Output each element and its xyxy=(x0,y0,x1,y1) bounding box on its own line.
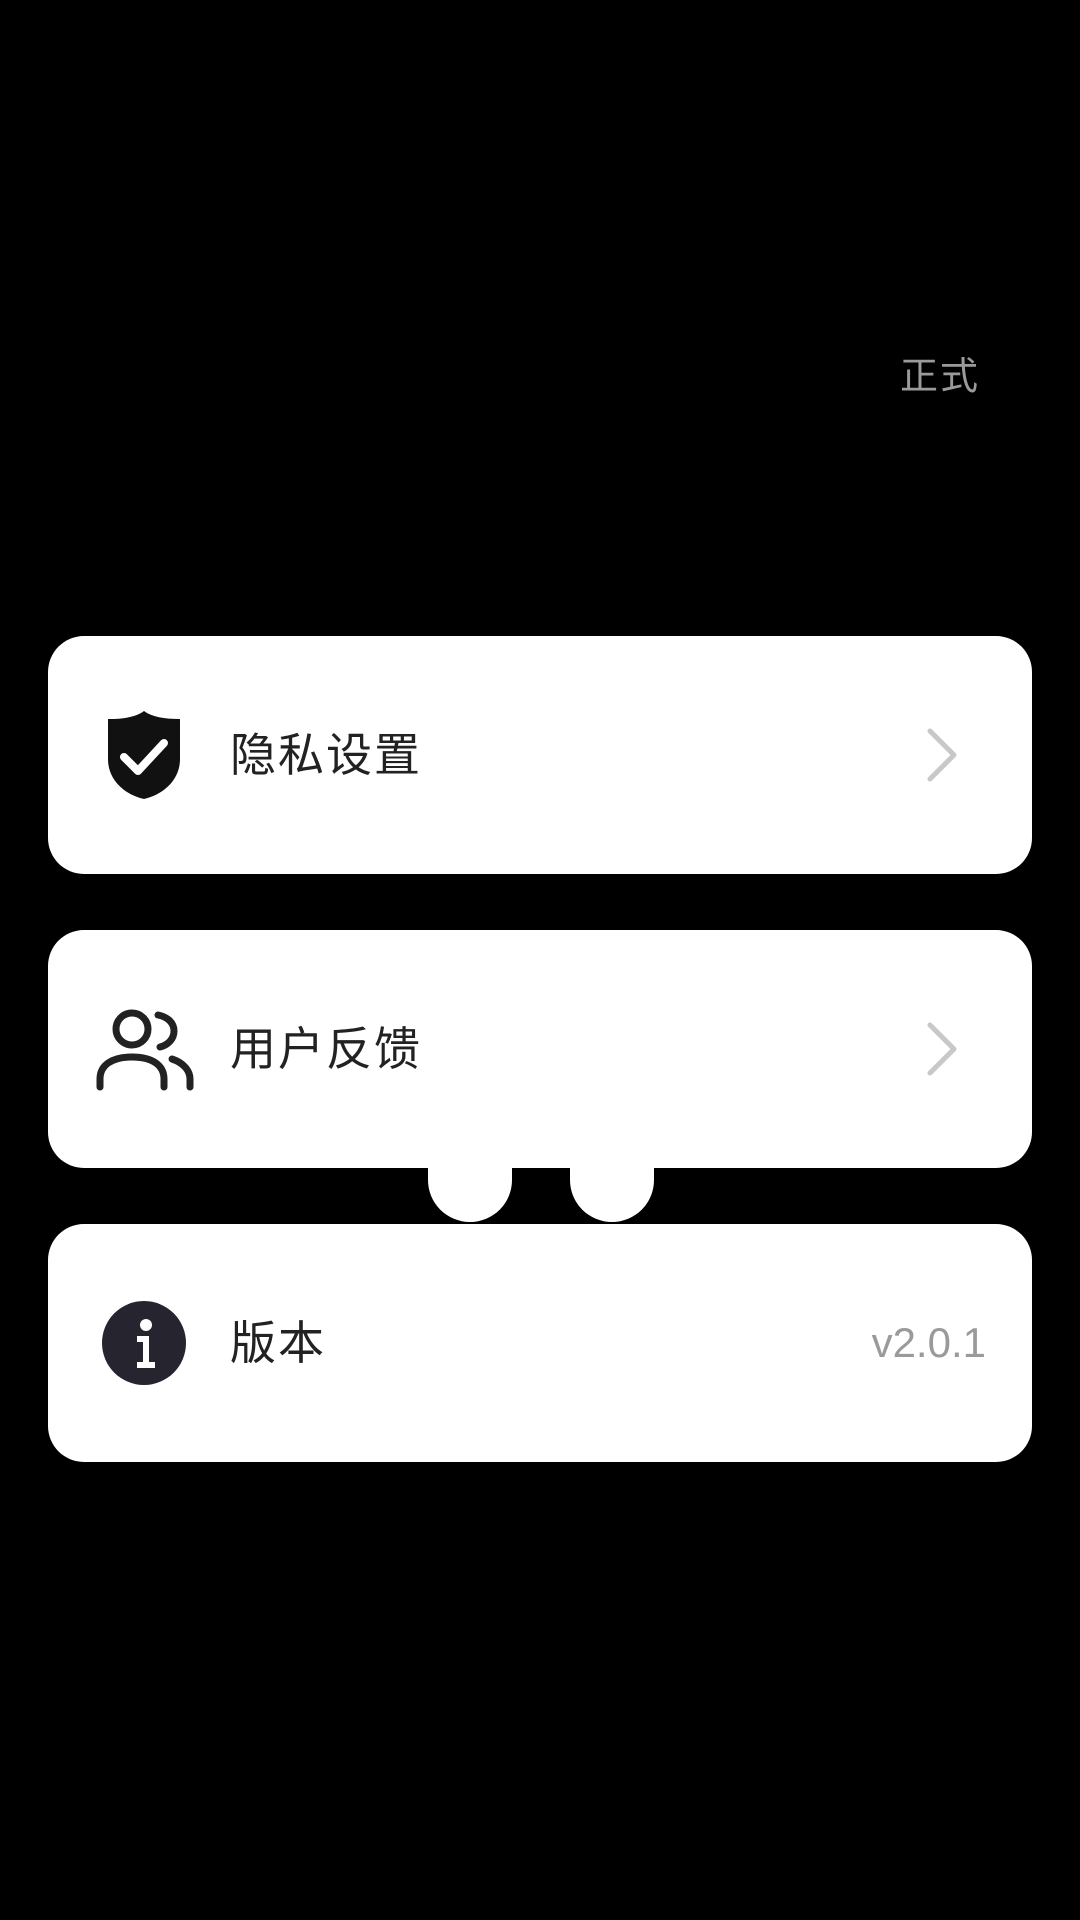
decorative-connector-right xyxy=(570,1160,654,1222)
info-icon xyxy=(94,1293,194,1393)
shield-check-icon xyxy=(94,705,194,805)
environment-label: 正式 xyxy=(900,354,981,398)
privacy-settings-label: 隐私设置 xyxy=(230,728,422,782)
user-feedback-item[interactable]: 用户反馈 xyxy=(48,930,1032,1168)
version-item: 版本 v2.0.1 xyxy=(48,1224,1032,1462)
users-icon xyxy=(94,999,194,1099)
version-label: 版本 xyxy=(230,1316,326,1370)
decorative-connector-left xyxy=(428,1160,512,1222)
user-feedback-label: 用户反馈 xyxy=(230,1022,422,1076)
settings-screen: 正式 隐私设置 用户反馈 版本 v2.0.1 xyxy=(0,0,1080,1920)
privacy-settings-item[interactable]: 隐私设置 xyxy=(48,636,1032,874)
chevron-right-icon xyxy=(927,1022,957,1076)
version-value: v2.0.1 xyxy=(871,1319,986,1366)
chevron-right-icon xyxy=(927,728,957,782)
